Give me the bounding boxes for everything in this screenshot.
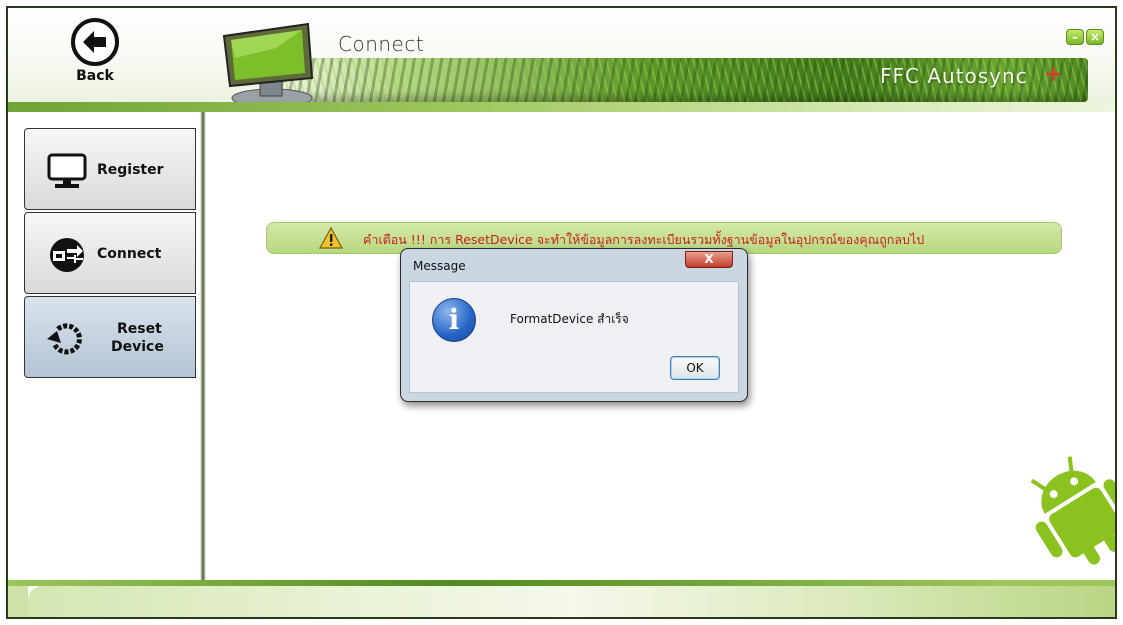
- footer: [28, 586, 1115, 617]
- app-window: Back Connect FFC Autosync + – × Register: [6, 6, 1117, 619]
- ok-button[interactable]: OK: [670, 356, 720, 380]
- monitor-logo-icon: [222, 22, 314, 108]
- header: Back Connect FFC Autosync + – ×: [8, 8, 1115, 110]
- brand-name: FFC Autosync: [880, 64, 1028, 88]
- warning-icon: [319, 227, 343, 249]
- footer-left-block: [8, 586, 28, 617]
- dialog-close-button[interactable]: X: [685, 251, 733, 268]
- reset-icon: [47, 323, 82, 355]
- sidebar: Register Connect Reset Device: [8, 112, 206, 582]
- back-label: Back: [76, 68, 114, 84]
- info-icon: i: [432, 298, 476, 342]
- message-dialog: Message X i FormatDevice สำเร็จ OK: [400, 248, 748, 402]
- warning-text: คำเตือน !!! การ ResetDevice จะทำให้ข้อมู…: [363, 232, 925, 247]
- connect-icon: [50, 238, 84, 272]
- back-arrow-icon: [71, 18, 119, 66]
- page-title: Connect: [338, 32, 425, 56]
- dialog-title: Message: [413, 259, 466, 273]
- minimize-button[interactable]: –: [1066, 29, 1084, 45]
- back-button[interactable]: Back: [60, 18, 130, 100]
- monitor-icon: [47, 153, 87, 188]
- sidebar-item-label: Register: [97, 162, 164, 178]
- dialog-body: i FormatDevice สำเร็จ OK: [409, 281, 739, 393]
- dialog-message: FormatDevice สำเร็จ: [510, 312, 629, 326]
- sidebar-item-connect[interactable]: Connect: [24, 212, 196, 294]
- sidebar-item-label-line1: Reset: [117, 321, 162, 337]
- header-divider: [8, 102, 1115, 112]
- brand-plus-mark: +: [1044, 62, 1063, 87]
- sidebar-item-reset-device[interactable]: Reset Device: [24, 296, 196, 378]
- close-window-button[interactable]: ×: [1086, 29, 1104, 45]
- sidebar-item-register[interactable]: Register: [24, 128, 196, 210]
- sidebar-item-label-line2: Device: [111, 339, 164, 355]
- sidebar-item-label: Connect: [97, 246, 162, 262]
- android-icon: [1030, 456, 1115, 565]
